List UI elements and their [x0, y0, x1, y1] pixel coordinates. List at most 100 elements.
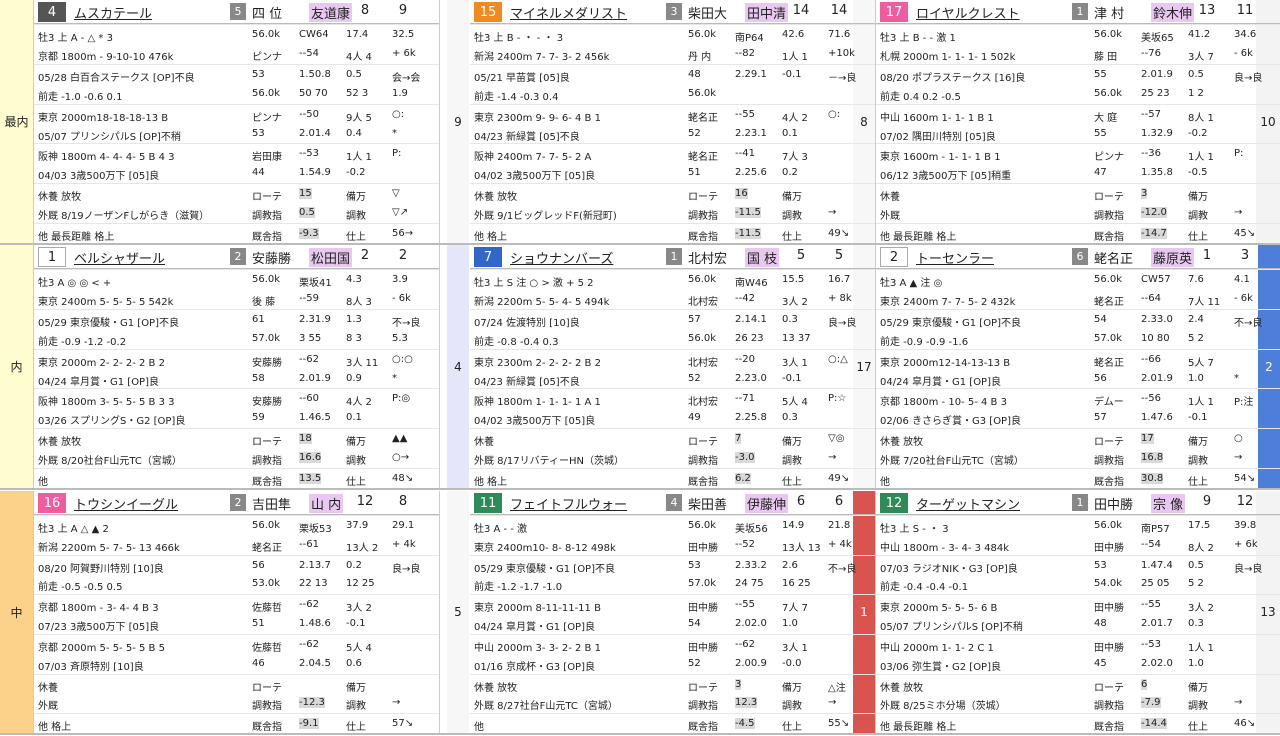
horse-card: 12 ターゲットマシン 1 田中勝 宗 像 9 12 牡3 上 S - ・ 3 56.0k 南P5…: [876, 491, 1280, 733]
card-cell: 1人 1: [1188, 642, 1214, 654]
card-cell: 21.8: [828, 520, 851, 531]
horse-name[interactable]: トーセンラー: [916, 248, 994, 267]
card-cell: 1.47.6: [1141, 412, 1173, 424]
horse-name[interactable]: フェイトフルウォー: [510, 494, 627, 513]
card-cell: --60: [299, 393, 319, 405]
horse-name[interactable]: トウシンイーグル: [74, 494, 178, 513]
card-cell: 18: [299, 433, 312, 445]
card-race2-line: 京都 1800m - 3- 4- 4 B 3 佐藤哲 --62 3人 2: [34, 594, 439, 614]
card-race3-detail: 07/03 斉原特別 [10]良 46 2.04.5 0.6: [34, 654, 439, 674]
popularity: 6: [834, 494, 844, 509]
card-cell: 栗坂53: [299, 524, 332, 535]
card-cell: --61: [299, 538, 319, 550]
card-cell: 2.01.7: [1141, 618, 1173, 630]
card-cell: 53: [688, 559, 701, 571]
horse-name[interactable]: ターゲットマシン: [916, 494, 1020, 513]
card-cell: -4.5: [735, 718, 755, 730]
horse-name[interactable]: ベルシャザール: [74, 248, 165, 267]
odds-rank: 1: [1202, 248, 1212, 263]
card-cell: --62: [299, 353, 319, 365]
jockey: 四 位: [252, 7, 283, 22]
card-cell: 01/16 京成杯・G3 [OP]良: [474, 661, 595, 673]
card-cell: --82: [735, 47, 755, 59]
card-cell: 10 80: [1141, 332, 1170, 344]
card-cell: 7.6: [1188, 274, 1204, 285]
card-cell: 備万: [782, 437, 802, 449]
card-race3-detail: 04/03 3歳500万下 [05]良 44 1.54.9 -0.2: [34, 163, 439, 183]
card-status-line: 牡3 上 A - △ * 3 56.0k CW64 17.4 32.5: [34, 24, 439, 44]
card-cell: 3 55: [299, 332, 322, 344]
card-cell: 4人 2: [346, 397, 372, 409]
card-pace-line: 前走 -1.4 -0.3 0.4 56.0k: [470, 84, 875, 104]
card-cell: -0.2: [1188, 127, 1208, 139]
card-cell: 0.9: [346, 372, 362, 384]
card-race3-line: 阪神 1800m 1- 1- 1- 1 A 1 北村宏 --71 5人 4 P:☆: [470, 388, 875, 408]
card-race1-line: 中山 1800m - 3- 4- 3 484k 田中勝 --54 8人 2 + 6k: [876, 535, 1280, 555]
horse-name[interactable]: ムスカテール: [74, 3, 152, 22]
card-cell: 17: [1141, 433, 1154, 445]
card-race3-line: 京都 2000m 5- 5- 5- 5 B 5 佐藤哲 --62 5人 4: [34, 633, 439, 654]
horse-name[interactable]: ロイヤルクレスト: [916, 3, 1020, 22]
card-cell: 48: [688, 68, 701, 80]
card-cell: 牡3 A ◎ ◎ < +: [38, 278, 112, 289]
card-cell: 50 70: [299, 87, 328, 99]
card-cell: 71.6: [828, 29, 851, 40]
card-cell: 調教: [782, 701, 802, 713]
card-cell: ローテ: [1094, 682, 1124, 694]
card-cell: 京都 1800m - 10- 5- 4 B 3: [880, 397, 1007, 409]
horse-card: 7 ショウナンバーズ 1 北村宏 国 枝 5 5 牡3 上 S 注 ○ > 激 + 5 2 56…: [470, 245, 876, 488]
card-race1-detail: 07/24 佐渡特別 [10]良 57 2.14.1 0.3 良→良: [470, 308, 875, 329]
card-cell: 1人 1: [782, 51, 808, 63]
card-cell: 3人 11: [346, 357, 379, 369]
trainer: 田中清: [745, 3, 789, 22]
card-cell: CW57: [1141, 274, 1171, 285]
card-cell: 1.50.8: [299, 68, 331, 80]
card-cell: 田中勝: [1094, 642, 1124, 654]
card-cell: 05/28 白百合ステークス [OP]不良: [38, 72, 195, 84]
card-cell: 53: [252, 127, 265, 139]
card-race1-detail: 05/21 早苗賞 [05]良 48 2.29.1 -0.1 －→良: [470, 63, 875, 84]
card-cell: 仕上: [782, 477, 802, 488]
card-cell: 0.3: [782, 313, 798, 325]
card-rest-line: 休養 ローテ 7 備万 ▽◎: [470, 428, 875, 449]
card-cell: →: [828, 452, 837, 464]
card-cell: 前走 -0.9 -0.9 -1.6: [880, 336, 969, 348]
card-cell: P:: [392, 148, 402, 160]
card-cell: 調教: [782, 456, 802, 468]
horse-name[interactable]: マイネルメダリスト: [510, 3, 627, 22]
card-race3-line: 中山 2000m 3- 3- 2- 2 B 1 田中勝 --62 3人 1: [470, 633, 875, 654]
card-cell: 03/26 スプリングS・G2 [OP]良: [38, 416, 186, 428]
frame-number: 3: [666, 3, 682, 20]
card-cell: 25 05: [1141, 578, 1170, 590]
card-cell: △注: [828, 682, 846, 694]
card-race2-detail: 04/24 皐月賞・G1 [OP]良 54 2.02.0 1.0: [470, 614, 875, 634]
card-cell: 45: [1094, 657, 1107, 669]
card-cell: →: [1234, 207, 1243, 219]
gap-number: 4: [447, 245, 469, 488]
card-header: 12 ターゲットマシン 1 田中勝 宗 像 9 12: [876, 491, 1280, 515]
card-cell: 阪神 1800m 3- 5- 5- 5 B 3 3: [38, 397, 175, 409]
card-cell: 中山 1800m - 3- 4- 3 484k: [880, 542, 1010, 554]
horse-name[interactable]: ショウナンバーズ: [510, 248, 613, 267]
jockey: 吉田隼: [252, 498, 292, 513]
card-cell: 東京 2400m 7- 7- 5- 2 432k: [880, 296, 1016, 308]
card-stable-line: 外厩 8/17リバティーHN（茨城） 調教指 -3.0 調教 →: [470, 448, 875, 468]
card-cell: -11.5: [735, 207, 761, 219]
card-cell: 外厩 8/27社台F山元TC（宮城）: [474, 701, 618, 713]
card-cell: 49: [688, 412, 701, 424]
popularity: 3: [1240, 248, 1250, 263]
card-cell: 13人 13: [782, 542, 821, 554]
card-rest-line: 休養 放牧 ローテ 17 備万 ○: [876, 428, 1280, 448]
card-cell: --62: [735, 638, 755, 650]
card-cell: 新潟 2200m 5- 5- 4- 5 494k: [474, 296, 610, 308]
card-cell: 備万: [346, 437, 366, 449]
card-cell: 17.4: [346, 29, 369, 40]
card-cell: 0.2: [346, 559, 362, 571]
card-race2-detail: 07/23 3歳500万下 [05]良 51 1.48.6 -0.1: [34, 614, 439, 634]
trainer: 宗 像: [1151, 494, 1186, 513]
card-cell: ▲▲: [392, 433, 408, 445]
card-cell: 厩舎指: [688, 722, 718, 733]
card-cell: 1.9: [392, 87, 408, 99]
card-cell: 53: [1094, 559, 1107, 571]
horse-number-badge: 15: [474, 2, 502, 22]
